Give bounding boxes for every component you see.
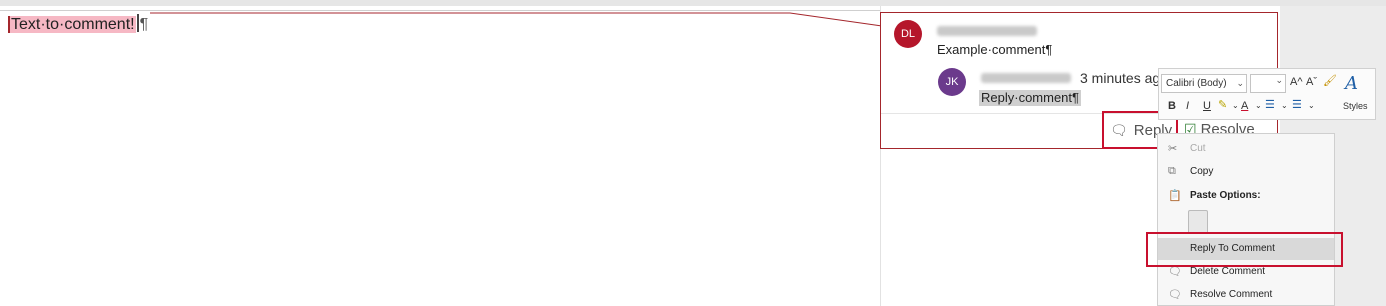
menu-item-paste-options: 📋 Paste Options: <box>1158 185 1334 207</box>
chevron-down-icon[interactable]: ⌄ <box>1281 101 1288 110</box>
shrink-font-button[interactable]: Aˇ <box>1306 76 1317 88</box>
format-painter-icon[interactable]: 🖌 <box>1323 74 1337 87</box>
italic-button[interactable]: I <box>1186 100 1189 112</box>
grow-font-button[interactable]: A^ <box>1290 76 1303 88</box>
menu-item-label: Resolve Comment <box>1190 289 1273 300</box>
mini-toolbar: Calibri (Body) ⌄ ⌄ A^ Aˇ 🖌 B I U ✎ ⌄ A ⌄… <box>1158 68 1376 120</box>
reply-icon: 🗨 <box>1110 121 1128 138</box>
comment-author-name-redacted <box>937 26 1037 36</box>
menu-item-resolve-comment[interactable]: 🗨 Resolve Comment <box>1158 284 1334 306</box>
styles-label[interactable]: Styles <box>1343 101 1368 111</box>
paste-keep-text-icon[interactable] <box>1188 210 1208 234</box>
chevron-down-icon: ⌄ <box>1275 75 1283 85</box>
underline-button[interactable]: U <box>1203 100 1211 112</box>
chevron-down-icon[interactable]: ⌄ <box>1308 101 1315 110</box>
menu-item-label: Delete Comment <box>1190 266 1266 277</box>
font-family-select[interactable]: Calibri (Body) ⌄ <box>1161 74 1247 93</box>
copy-icon: ⧉ <box>1168 165 1176 177</box>
avatar-dl: DL <box>894 20 922 48</box>
reply-to-comment-highlight-frame <box>1146 232 1343 267</box>
avatar-jk: JK <box>938 68 966 96</box>
highlight-icon[interactable]: ✎ <box>1218 98 1227 111</box>
font-color-button[interactable]: A <box>1241 100 1248 112</box>
styles-icon[interactable]: A <box>1345 73 1358 94</box>
reply-timestamp: 3 minutes ag <box>1080 70 1161 86</box>
reply-author-name-redacted <box>981 73 1071 83</box>
numbering-icon[interactable]: ☰ <box>1292 98 1302 111</box>
reply-text[interactable]: Reply·comment¶ <box>979 90 1082 106</box>
bold-button[interactable]: B <box>1168 100 1176 112</box>
menu-item-label: Paste Options: <box>1190 190 1261 201</box>
menu-item-label: Cut <box>1190 143 1206 154</box>
context-menu: ✂ Cut ⧉ Copy 📋 Paste Options: Reply To C… <box>1157 133 1335 306</box>
menu-item-copy[interactable]: ⧉ Copy <box>1158 161 1334 183</box>
paste-icon: 📋 <box>1168 190 1182 202</box>
bullets-icon[interactable]: ☰ <box>1265 98 1275 111</box>
chevron-down-icon[interactable]: ⌄ <box>1255 101 1262 110</box>
menu-item-cut[interactable]: ✂ Cut <box>1158 138 1334 160</box>
scissors-icon: ✂ <box>1168 143 1178 155</box>
chevron-down-icon: ⌄ <box>1236 78 1244 88</box>
comment-text[interactable]: Example·comment¶ <box>937 42 1052 58</box>
font-size-select[interactable]: ⌄ <box>1250 74 1286 93</box>
resolve-comment-icon: 🗨 <box>1168 289 1182 301</box>
chevron-down-icon[interactable]: ⌄ <box>1232 101 1239 110</box>
menu-item-label: Copy <box>1190 166 1214 177</box>
font-family-value: Calibri (Body) <box>1166 78 1227 89</box>
